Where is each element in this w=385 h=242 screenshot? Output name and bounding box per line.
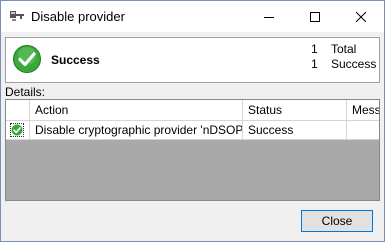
minimize-icon — [264, 16, 274, 18]
close-icon — [356, 11, 366, 22]
details-grid[interactable]: Action Status Message Disable cryptograp… — [5, 99, 380, 201]
close-button[interactable]: Close — [301, 210, 373, 232]
row-status: Success — [243, 121, 347, 139]
success-count: 1 — [311, 57, 318, 71]
details-label: Details: — [5, 85, 46, 99]
total-label: Total — [331, 42, 357, 56]
row-selector[interactable] — [6, 121, 30, 139]
maximize-icon — [310, 11, 320, 22]
column-header-action[interactable]: Action — [30, 100, 243, 120]
total-count: 1 — [311, 42, 318, 56]
key-lock-icon — [9, 9, 25, 23]
dialog-window: Disable provider Success 1 Total 1 Succe… — [0, 0, 385, 242]
success-check-icon — [10, 123, 24, 137]
column-header-message[interactable]: Message — [347, 100, 379, 120]
column-header-status[interactable]: Status — [243, 100, 347, 120]
row-message — [347, 121, 379, 139]
table-row[interactable]: Disable cryptographic provider 'nDSOP' S… — [6, 121, 379, 140]
maximize-button[interactable] — [292, 1, 338, 32]
window-title: Disable provider — [31, 9, 125, 24]
title-bar[interactable]: Disable provider — [1, 1, 384, 32]
success-label: Success — [331, 57, 377, 71]
grid-header: Action Status Message — [6, 100, 379, 121]
column-header-selector[interactable] — [6, 100, 30, 120]
close-window-button[interactable] — [338, 1, 384, 32]
summary-status: Success — [51, 53, 100, 67]
row-action: Disable cryptographic provider 'nDSOP' — [30, 121, 243, 139]
minimize-button[interactable] — [246, 1, 292, 32]
summary-panel: Success 1 Total 1 Success — [5, 37, 380, 83]
success-check-icon — [12, 44, 42, 74]
